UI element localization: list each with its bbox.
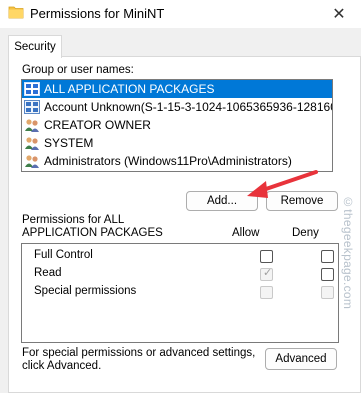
group-label: Group or user names:	[22, 64, 134, 76]
list-item-label: Administrators (Windows11Pro\Administrat…	[44, 154, 292, 168]
allow-checkbox[interactable]	[260, 286, 273, 299]
window-title: Permissions for MiniNT	[30, 6, 165, 21]
remove-button[interactable]: Remove	[266, 191, 338, 211]
folder-icon	[8, 6, 24, 19]
permissions-title-line2: APPLICATION PACKAGES	[22, 227, 163, 239]
help-line2: click Advanced.	[22, 360, 102, 372]
permission-name: Full Control	[34, 249, 93, 261]
allow-checkbox[interactable]: ✓	[260, 267, 273, 281]
app-package-icon	[24, 82, 40, 96]
title-bar: Permissions for MiniNT ✕	[0, 0, 361, 28]
close-button[interactable]: ✕	[317, 0, 361, 28]
advanced-help-text: For special permissions or advanced sett…	[22, 347, 255, 373]
list-item[interactable]: CREATOR OWNER	[22, 116, 332, 134]
help-line1: For special permissions or advanced sett…	[22, 347, 256, 359]
users-icon	[25, 137, 39, 150]
allow-checkbox[interactable]	[260, 250, 273, 263]
checkmark-icon: ✓	[263, 267, 273, 279]
permissions-title: Permissions for ALL APPLICATION PACKAGES	[22, 214, 163, 240]
list-item[interactable]: ALL APPLICATION PACKAGES	[22, 80, 332, 98]
deny-checkbox[interactable]	[321, 286, 334, 299]
permission-name: Special permissions	[34, 285, 137, 297]
add-button[interactable]: Add...	[186, 191, 258, 211]
deny-checkbox[interactable]	[321, 268, 334, 281]
deny-column-header: Deny	[292, 227, 319, 239]
advanced-button[interactable]: Advanced	[265, 348, 337, 370]
users-icon	[25, 119, 39, 132]
user-unknown-icon	[24, 100, 40, 114]
allow-column-header: Allow	[232, 227, 260, 239]
users-icon	[25, 155, 39, 168]
list-item[interactable]: Account Unknown(S-1-15-3-1024-1065365936…	[22, 98, 332, 116]
permissions-list: Full Control Read ✓ Special permissions	[21, 243, 339, 343]
watermark: ©thegeekpage.com	[341, 195, 355, 310]
permission-name: Read	[34, 267, 62, 279]
close-icon: ✕	[332, 6, 346, 23]
list-item[interactable]: SYSTEM	[22, 134, 332, 152]
list-item-label: Account Unknown(S-1-15-3-1024-1065365936…	[44, 100, 333, 114]
list-item-label: SYSTEM	[44, 136, 94, 150]
deny-checkbox[interactable]	[321, 250, 334, 263]
permission-row: Read ✓	[34, 265, 334, 283]
tab-security[interactable]: Security	[8, 35, 62, 58]
group-listbox[interactable]: ALL APPLICATION PACKAGES Account Unknown…	[21, 79, 333, 172]
list-item-label: ALL APPLICATION PACKAGES	[44, 82, 215, 96]
permission-row: Special permissions	[34, 283, 334, 301]
permissions-title-line1: Permissions for ALL	[22, 214, 125, 226]
list-item-label: CREATOR OWNER	[44, 118, 151, 132]
list-item[interactable]: Administrators (Windows11Pro\Administrat…	[22, 152, 332, 170]
permission-row: Full Control	[34, 247, 334, 265]
